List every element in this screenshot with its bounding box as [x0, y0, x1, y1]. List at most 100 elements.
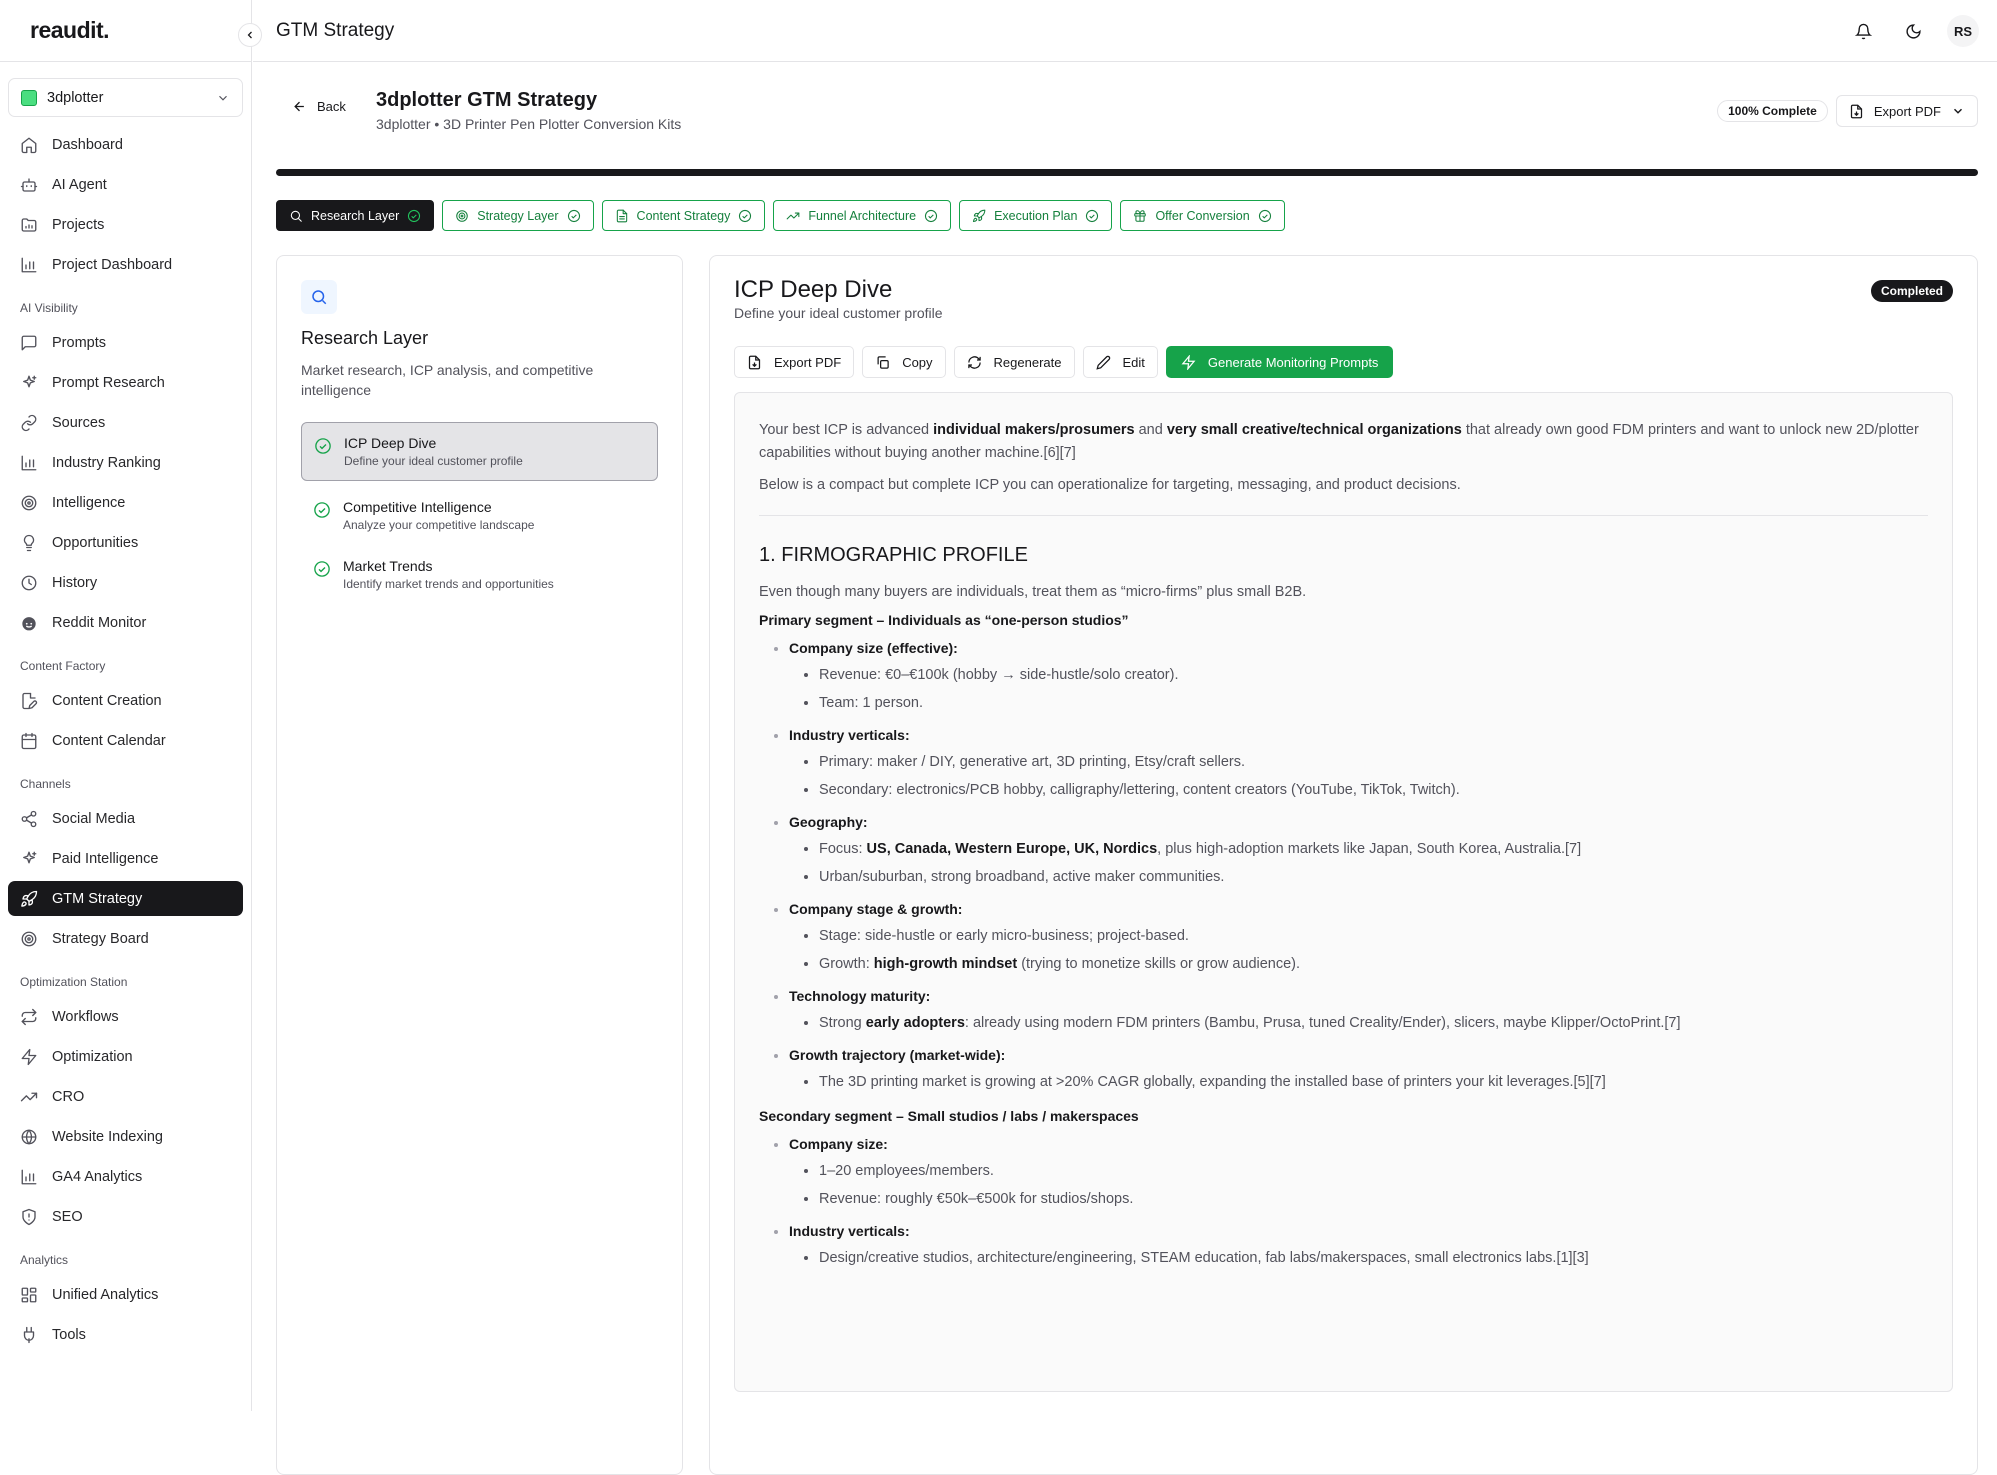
folder-icon: [20, 216, 38, 234]
reddit-icon: [20, 614, 38, 632]
sidebar-item-ga4-analytics[interactable]: GA4 Analytics: [8, 1159, 243, 1194]
sidebar-item-content-creation[interactable]: Content Creation: [8, 683, 243, 718]
export-pdf-dropdown[interactable]: Export PDF: [1836, 95, 1978, 127]
bar-chart-icon: [20, 1168, 38, 1186]
collapse-sidebar-button[interactable]: [238, 23, 262, 47]
project-select[interactable]: 3dplotter: [8, 78, 243, 117]
sidebar-item-gtm-strategy[interactable]: GTM Strategy: [8, 881, 243, 916]
step-competitive-intelligence[interactable]: Competitive Intelligence Analyze your com…: [301, 491, 658, 540]
tab-strategy-layer[interactable]: Strategy Layer: [442, 200, 593, 231]
sidebar-item-cro[interactable]: CRO: [8, 1079, 243, 1114]
nav-section-channels: Channels: [8, 763, 243, 801]
sidebar-item-prompt-research[interactable]: Prompt Research: [8, 365, 243, 400]
grid-icon: [20, 1286, 38, 1304]
sidebar-item-paid-intelligence[interactable]: Paid Intelligence: [8, 841, 243, 876]
section-heading: 1. FIRMOGRAPHIC PROFILE: [759, 544, 1928, 567]
tab-funnel-architecture[interactable]: Funnel Architecture: [773, 200, 951, 231]
sidebar-item-prompts[interactable]: Prompts: [8, 325, 243, 360]
check-circle-icon: [314, 437, 332, 455]
nav-section-content-factory: Content Factory: [8, 645, 243, 683]
sidebar-item-seo[interactable]: SEO: [8, 1199, 243, 1234]
sidebar-item-optimization[interactable]: Optimization: [8, 1039, 243, 1074]
sidebar-item-unified-analytics[interactable]: Unified Analytics: [8, 1277, 243, 1312]
sidebar-item-industry-ranking[interactable]: Industry Ranking: [8, 445, 243, 480]
regenerate-button[interactable]: Regenerate: [954, 346, 1075, 378]
avatar[interactable]: RS: [1947, 15, 1979, 47]
tab-research-layer[interactable]: Research Layer: [276, 200, 434, 231]
trending-up-icon: [20, 1088, 38, 1106]
sidebar-item-workflows[interactable]: Workflows: [8, 999, 243, 1034]
rocket-icon: [20, 890, 38, 908]
segment-list: Company size: 1–20 employees/members.Rev…: [759, 1136, 1928, 1270]
lightbulb-icon: [20, 534, 38, 552]
sidebar-item-opportunities[interactable]: Opportunities: [8, 525, 243, 560]
step-title: Market Trends: [343, 558, 554, 574]
sidebar-item-label: Tools: [52, 1327, 86, 1343]
step-title: Competitive Intelligence: [343, 499, 534, 515]
list-item: Growth trajectory (market-wide): The 3D …: [789, 1047, 1928, 1094]
trending-up-icon: [786, 209, 800, 223]
sidebar-item-label: Intelligence: [52, 495, 125, 511]
sidebar-item-strategy-board[interactable]: Strategy Board: [8, 921, 243, 956]
tab-label: Funnel Architecture: [808, 209, 916, 223]
sparkles-icon: [20, 374, 38, 392]
list-item: Company stage & growth: Stage: side-hust…: [789, 901, 1928, 976]
sidebar-item-project-dashboard[interactable]: Project Dashboard: [8, 247, 243, 282]
logo[interactable]: reaudit.: [30, 17, 109, 44]
sidebar-item-sources[interactable]: Sources: [8, 405, 243, 440]
sidebar-item-social-media[interactable]: Social Media: [8, 801, 243, 836]
tab-content-strategy[interactable]: Content Strategy: [602, 200, 766, 231]
sidebar-item-intelligence[interactable]: Intelligence: [8, 485, 243, 520]
zap-icon: [20, 1048, 38, 1066]
copy-button[interactable]: Copy: [862, 346, 945, 378]
step-description: Analyze your competitive landscape: [343, 518, 534, 532]
list-item: Geography: Focus: US, Canada, Western Eu…: [789, 814, 1928, 889]
progress-fill: [276, 169, 1978, 176]
back-button[interactable]: Back: [286, 93, 352, 119]
detail-subtitle: Define your ideal customer profile: [734, 305, 1953, 321]
sidebar-item-label: Optimization: [52, 1049, 133, 1065]
share-icon: [20, 810, 38, 828]
topbar: GTM Strategy RS: [253, 0, 1997, 62]
sidebar-item-tools[interactable]: Tools: [8, 1317, 243, 1352]
theme-toggle-button[interactable]: [1897, 15, 1929, 47]
sidebar-item-dashboard[interactable]: Dashboard: [8, 127, 243, 162]
pencil-icon: [1096, 355, 1111, 370]
section-lead: Even though many buyers are individuals,…: [759, 581, 1928, 604]
sidebar-item-website-indexing[interactable]: Website Indexing: [8, 1119, 243, 1154]
list-item: Company size (effective): Revenue: €0–€1…: [789, 640, 1928, 715]
detail-title: ICP Deep Dive: [734, 276, 1953, 304]
strategy-title: 3dplotter GTM Strategy: [376, 89, 597, 112]
step-market-trends[interactable]: Market TrendsIdentify market trends and …: [301, 550, 658, 599]
project-color-icon: [21, 90, 37, 106]
edit-button[interactable]: Edit: [1083, 346, 1158, 378]
sidebar-item-history[interactable]: History: [8, 565, 243, 600]
moon-icon: [1905, 23, 1922, 40]
layer-tabs: Research Layer Strategy Layer Content Stra…: [276, 200, 1978, 231]
sidebar-item-label: SEO: [52, 1209, 83, 1225]
target-icon: [20, 494, 38, 512]
notifications-button[interactable]: [1847, 15, 1879, 47]
chevron-down-icon: [1951, 104, 1965, 118]
check-circle-icon: [924, 209, 938, 223]
generate-monitoring-prompts-button[interactable]: Generate Monitoring Prompts: [1166, 346, 1394, 378]
tab-offer-conversion[interactable]: Offer Conversion: [1120, 200, 1284, 231]
tab-execution-plan[interactable]: Execution Plan: [959, 200, 1112, 231]
main-content: Back 3dplotter GTM Strategy 3dplotter • …: [253, 63, 1997, 1411]
edit-label: Edit: [1123, 355, 1145, 370]
completion-badge: 100% Complete: [1717, 100, 1828, 122]
layer-title: Research Layer: [301, 328, 658, 349]
divider: [759, 515, 1928, 516]
intro-paragraph-2: Below is a compact but complete ICP you …: [759, 474, 1928, 497]
sidebar-item-content-calendar[interactable]: Content Calendar: [8, 723, 243, 758]
sidebar-item-projects[interactable]: Projects: [8, 207, 243, 242]
sidebar-item-label: AI Agent: [52, 177, 107, 193]
sidebar-item-ai-agent[interactable]: AI Agent: [8, 167, 243, 202]
sidebar-item-reddit-monitor[interactable]: Reddit Monitor: [8, 605, 243, 640]
check-circle-icon: [1258, 209, 1272, 223]
message-icon: [20, 334, 38, 352]
file-download-icon: [1849, 104, 1864, 119]
export-pdf-button[interactable]: Export PDF: [734, 346, 854, 378]
step-icp-deep-dive[interactable]: ICP Deep DiveDefine your ideal customer …: [301, 422, 658, 481]
search-icon: [289, 209, 303, 223]
